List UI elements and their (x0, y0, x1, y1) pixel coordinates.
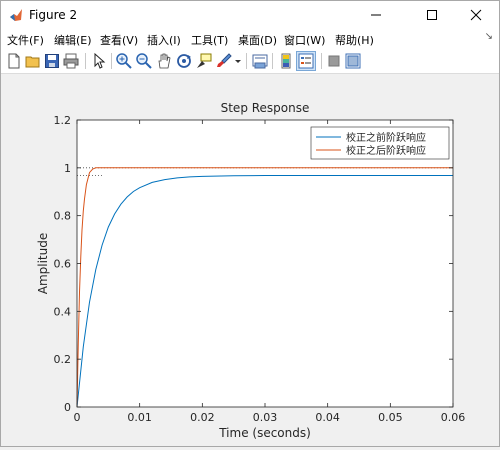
close-icon (470, 9, 482, 21)
maximize-icon (427, 10, 437, 20)
figure-toolbar (1, 49, 499, 74)
data-cursor-icon[interactable] (195, 52, 213, 70)
figure-canvas: 0 0.01 0.02 0.03 0.04 0.05 0.06 0 0.2 0.4 0.6 0.8 1 1… (2, 74, 498, 446)
legend-button[interactable] (296, 51, 316, 71)
menu-file[interactable]: 文件(F) (7, 32, 44, 48)
maximize-button[interactable] (409, 1, 455, 29)
legend[interactable]: 校正之前阶跃响应 校正之后阶跃响应 (310, 126, 450, 160)
title-bar: Figure 2 (1, 1, 499, 29)
legend-label-series-2: 校正之后阶跃响应 (346, 144, 426, 157)
toolbar-separator (321, 53, 322, 69)
x-tick-label: 0.01 (127, 411, 152, 424)
brush-icon[interactable] (215, 52, 233, 70)
new-figure-icon[interactable] (5, 52, 23, 70)
toolbar-separator (111, 53, 112, 69)
x-tick-label: 0.05 (378, 411, 403, 424)
y-tick-label: 0.8 (54, 210, 72, 223)
menu-edit[interactable]: 编辑(E) (54, 32, 92, 48)
y-tick-label: 1 (64, 162, 71, 175)
axes-background (77, 120, 453, 407)
x-tick-label: 0.03 (253, 411, 278, 424)
y-tick-label: 0.2 (54, 353, 72, 366)
toolbar-separator (272, 53, 273, 69)
minimize-button[interactable] (353, 1, 399, 29)
toolbar-separator (246, 53, 247, 69)
step-response-plot[interactable]: 0 0.01 0.02 0.03 0.04 0.05 0.06 0 0.2 0.4 0.6 0.8 1 1… (2, 74, 498, 446)
show-plot-tools-icon[interactable] (344, 52, 362, 70)
x-tick-label: 0.02 (190, 411, 215, 424)
y-tick-label: 0.4 (54, 305, 72, 318)
x-axis-label: Time (seconds) (218, 426, 311, 440)
close-button[interactable] (453, 1, 499, 29)
x-tick-label: 0.04 (315, 411, 340, 424)
minimize-icon (371, 14, 381, 16)
matlab-logo-icon (10, 9, 22, 21)
link-plot-icon[interactable] (251, 52, 269, 70)
hide-plot-tools-icon[interactable] (325, 52, 343, 70)
menu-insert[interactable]: 插入(I) (147, 32, 181, 48)
menu-window[interactable]: 窗口(W) (284, 32, 325, 48)
figure-window: Figure 2 文件(F) 编辑(E) 查看(V) 插入(I) 工具(T) 桌… (0, 0, 500, 447)
save-icon[interactable] (43, 52, 61, 70)
menu-expand-icon[interactable]: ↘ (485, 31, 493, 42)
y-tick-label: 0.6 (54, 258, 72, 271)
x-tick-label: 0 (74, 411, 81, 424)
pan-icon[interactable] (155, 52, 173, 70)
legend-icon (298, 53, 314, 69)
rotate-3d-icon[interactable] (175, 52, 193, 70)
y-tick-label: 1.2 (54, 114, 72, 127)
y-tick-label: 0 (64, 401, 71, 414)
x-tick-label: 0.06 (441, 411, 466, 424)
open-file-icon[interactable] (24, 52, 42, 70)
menu-help[interactable]: 帮助(H) (335, 32, 374, 48)
menu-tools[interactable]: 工具(T) (191, 32, 228, 48)
print-icon[interactable] (62, 52, 80, 70)
toolbar-separator (85, 53, 86, 69)
zoom-in-icon[interactable] (115, 52, 133, 70)
menu-view[interactable]: 查看(V) (100, 32, 138, 48)
colorbar-icon[interactable] (277, 52, 295, 70)
menu-bar: 文件(F) 编辑(E) 查看(V) 插入(I) 工具(T) 桌面(D) 窗口(W… (1, 29, 499, 49)
menu-desktop[interactable]: 桌面(D) (238, 32, 277, 48)
chart-title: Step Response (221, 101, 310, 115)
legend-label-series-1: 校正之前阶跃响应 (346, 131, 426, 144)
brush-dropdown-icon[interactable] (233, 52, 243, 70)
y-axis-label: Amplitude (36, 233, 50, 295)
zoom-out-icon[interactable] (135, 52, 153, 70)
window-title: Figure 2 (29, 8, 78, 22)
pointer-icon[interactable] (90, 52, 108, 70)
